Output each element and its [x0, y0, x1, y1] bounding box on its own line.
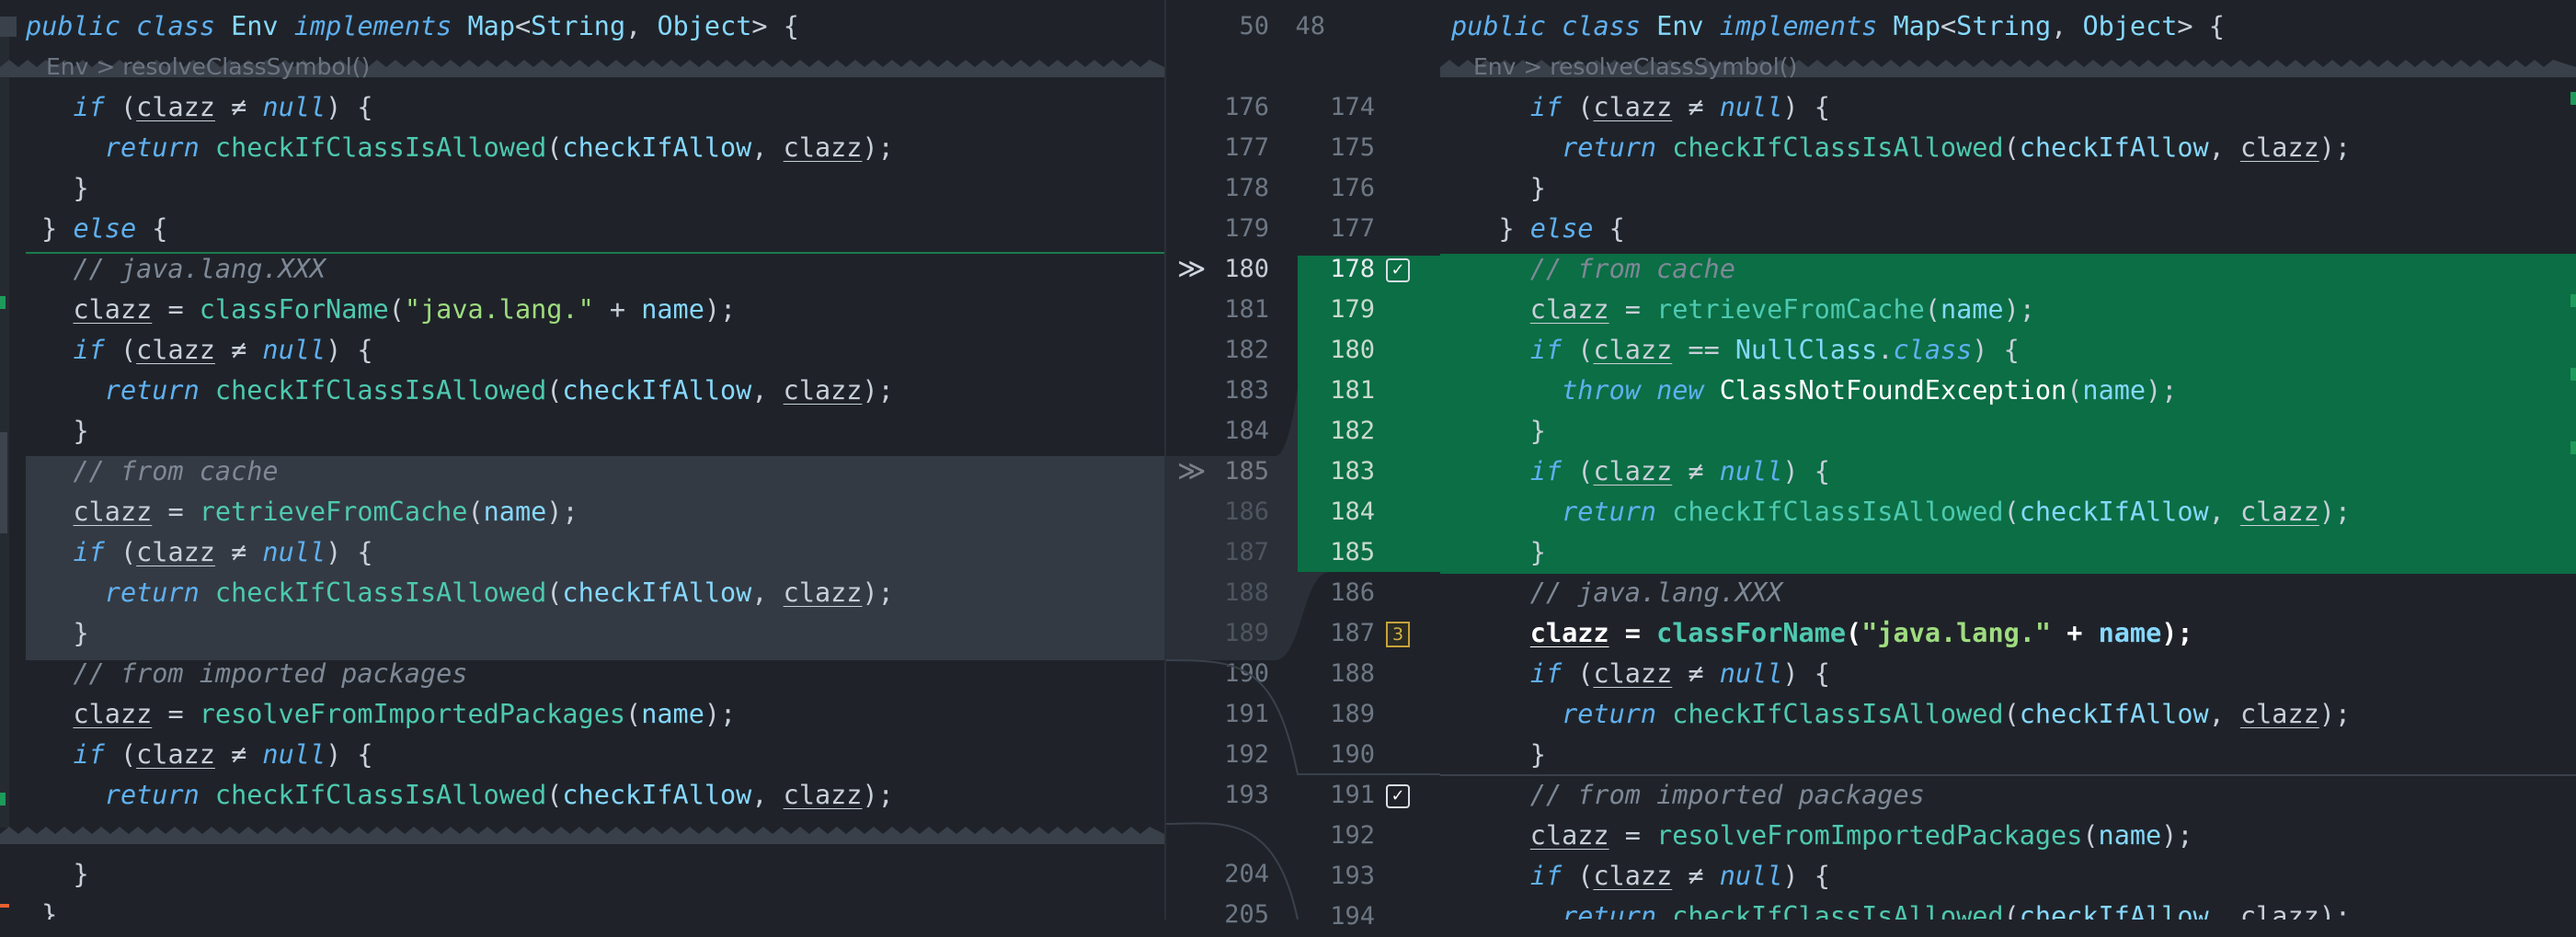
- collapsed-region-bottom[interactable]: [0, 824, 1164, 844]
- code-line: clazz = classForName("java.lang." + name…: [1529, 618, 2193, 648]
- code-line: clazz = retrieveFromCache(name);: [73, 497, 578, 527]
- code-line: // from imported packages: [1529, 780, 1925, 810]
- line-number: 194: [1330, 902, 1375, 931]
- code-line: return checkIfClassIsAllowed(checkIfAllo…: [104, 132, 894, 163]
- line-number: 193: [1330, 862, 1375, 890]
- code-line: }: [26, 173, 89, 203]
- line-number: 178: [1330, 255, 1375, 283]
- code-line: }: [26, 416, 89, 446]
- code-line: }: [26, 618, 89, 648]
- line-number: 176: [1330, 174, 1375, 202]
- line-number: 177: [1330, 214, 1375, 243]
- line-number: 174: [1330, 93, 1375, 121]
- code-line: clazz = resolveFromImportedPackages(name…: [1529, 820, 2193, 851]
- line-number: 191: [1330, 781, 1375, 809]
- pane-divider[interactable]: [1164, 0, 1166, 920]
- code-line: return checkIfClassIsAllowed(checkIfAllo…: [104, 375, 894, 406]
- code-line: public class Env implements Map<String, …: [26, 11, 799, 41]
- right-editor-pane[interactable]: public class Env implements Map<String, …: [1440, 0, 2576, 920]
- code-line: if (clazz ≠ null) {: [1529, 456, 1830, 486]
- line-number: 185: [1330, 538, 1375, 566]
- conflict-count-badge[interactable]: 3: [1386, 622, 1410, 647]
- code-line: if (clazz ≠ null) {: [73, 537, 373, 567]
- line-number: 187: [1330, 619, 1375, 647]
- code-line: clazz = resolveFromImportedPackages(name…: [73, 699, 737, 729]
- code-line: } else {: [1451, 213, 1625, 244]
- code-line: if (clazz ≠ null) {: [73, 335, 373, 365]
- diff-viewer: public class Env implements Map<String, …: [0, 0, 2576, 931]
- code-line: }: [1451, 173, 1546, 203]
- code-line: if (clazz == NullClass.class) {: [1529, 335, 2020, 365]
- code-line: }: [26, 899, 58, 920]
- accept-change-checkbox-icon[interactable]: ✓: [1386, 784, 1410, 808]
- code-line: clazz = classForName("java.lang." + name…: [73, 294, 737, 325]
- line-number: 179: [1330, 295, 1375, 324]
- line-number: 189: [1330, 700, 1375, 728]
- line-number: 182: [1330, 417, 1375, 445]
- line-number: 183: [1330, 457, 1375, 486]
- code-line: return checkIfClassIsAllowed(checkIfAllo…: [104, 577, 894, 608]
- code-line: // from imported packages: [73, 658, 468, 689]
- code-line: clazz = retrieveFromCache(name);: [1529, 294, 2035, 325]
- code-line: return checkIfClassIsAllowed(checkIfAllo…: [1562, 132, 2352, 163]
- breadcrumb-left[interactable]: Env > resolveClassSymbol(): [46, 53, 370, 80]
- line-number: 186: [1330, 578, 1375, 607]
- breadcrumb-right[interactable]: Env > resolveClassSymbol(): [1473, 53, 1797, 80]
- code-line: return checkIfClassIsAllowed(checkIfAllo…: [1562, 901, 2352, 920]
- code-line: if (clazz ≠ null) {: [1529, 658, 1830, 689]
- code-line: }: [1451, 537, 1546, 567]
- code-line: if (clazz ≠ null) {: [1529, 92, 1830, 122]
- code-line: // java.lang.XXX: [1529, 577, 1783, 608]
- accept-change-checkbox-icon[interactable]: ✓: [1386, 258, 1410, 282]
- code-line: throw new ClassNotFoundException(name);: [1562, 375, 2178, 406]
- left-editor-pane[interactable]: public class Env implements Map<String, …: [0, 0, 1164, 920]
- code-line: }: [1451, 416, 1546, 446]
- code-line: return checkIfClassIsAllowed(checkIfAllo…: [1562, 699, 2352, 729]
- code-line: } else {: [26, 213, 168, 244]
- line-number: 188: [1330, 659, 1375, 688]
- code-line: public class Env implements Map<String, …: [1451, 11, 2225, 41]
- code-line: return checkIfClassIsAllowed(checkIfAllo…: [104, 780, 894, 810]
- code-line: }: [1451, 739, 1546, 770]
- code-line: // from cache: [1529, 254, 1735, 284]
- right-gutter-numbers: 174 175 176 177 178 ✓ 179 180 181 182 18…: [1307, 0, 1440, 931]
- line-number: 192: [1330, 821, 1375, 850]
- code-line: if (clazz ≠ null) {: [1529, 861, 1830, 891]
- code-line: if (clazz ≠ null) {: [73, 739, 373, 770]
- line-number: 175: [1330, 133, 1375, 162]
- line-number: 180: [1330, 336, 1375, 364]
- line-number: 190: [1330, 740, 1375, 769]
- code-line: return checkIfClassIsAllowed(checkIfAllo…: [1562, 497, 2352, 527]
- connector-line: [1164, 822, 1299, 920]
- line-number: 181: [1330, 376, 1375, 405]
- code-line: // from cache: [73, 456, 279, 486]
- line-number: 184: [1330, 497, 1375, 526]
- code-line: // java.lang.XXX: [73, 254, 326, 284]
- code-line: if (clazz ≠ null) {: [73, 92, 373, 122]
- code-line: }: [26, 859, 89, 889]
